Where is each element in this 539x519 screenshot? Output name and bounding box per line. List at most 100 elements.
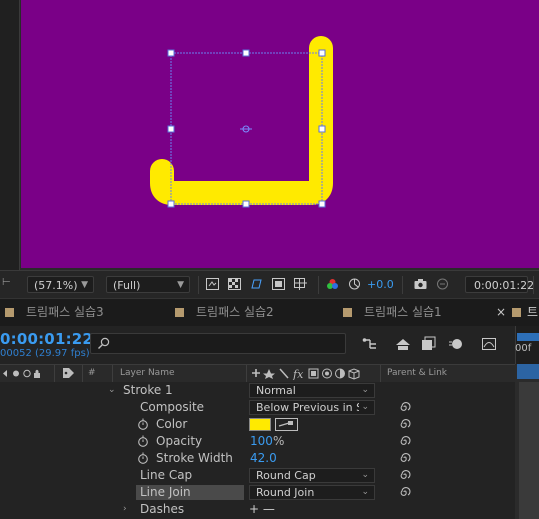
pickwhip-icon[interactable]: [399, 435, 411, 447]
search-icon: [98, 337, 110, 349]
column-number-header: #: [88, 368, 96, 378]
column-divider: [112, 365, 113, 382]
draft-3d-icon[interactable]: [395, 336, 411, 352]
tab-label: 트림패스 실습1: [364, 305, 442, 319]
frame-blending-icon[interactable]: [420, 336, 436, 352]
color-swatch[interactable]: [249, 418, 271, 431]
canvas-artwork: [150, 36, 333, 208]
property-name: Color: [156, 417, 188, 431]
property-name: Stroke 1: [123, 383, 173, 397]
twirl-right-icon[interactable]: ›: [123, 501, 127, 518]
line-join-value: Round Join: [256, 486, 315, 499]
composition-flowchart-icon[interactable]: [362, 336, 378, 352]
time-ruler-label: 00f: [515, 343, 532, 354]
search-input[interactable]: [90, 333, 346, 354]
graph-editor-icon[interactable]: [481, 336, 497, 352]
color-channels-icon[interactable]: [326, 278, 339, 290]
stroke-shape[interactable]: [150, 36, 333, 205]
chevron-down-icon: ⌄: [361, 385, 369, 395]
close-tab-button[interactable]: ×: [496, 299, 506, 326]
toolbar-divider: [533, 276, 534, 294]
pickwhip-icon[interactable]: [399, 418, 411, 430]
timeline-timecode[interactable]: 0:00:01:22: [0, 330, 93, 348]
dashes-add-remove-buttons[interactable]: + —: [249, 501, 275, 518]
property-row-stroke-1[interactable]: ⌄ Stroke 1 Normal ⌄: [0, 382, 515, 399]
stopwatch-icon[interactable]: [137, 418, 149, 430]
property-row-stroke-width[interactable]: Stroke Width 42.0: [0, 450, 515, 467]
fast-preview-icon[interactable]: [206, 278, 219, 290]
time-navigator[interactable]: [517, 364, 539, 379]
column-divider: [54, 365, 55, 382]
composite-dropdown[interactable]: Below Previous in Sa ⌄: [249, 400, 375, 415]
stopwatch-icon[interactable]: [137, 452, 149, 464]
twirl-down-icon[interactable]: ⌄: [108, 382, 116, 399]
grid-guides-icon[interactable]: [294, 278, 307, 290]
line-join-dropdown[interactable]: Round Join ⌄: [249, 485, 375, 500]
stroke-width-value[interactable]: 42.0: [250, 450, 277, 467]
property-name: Line Cap: [140, 468, 193, 482]
camera-icon[interactable]: [414, 278, 427, 290]
property-name: Composite: [140, 400, 205, 414]
pickwhip-icon[interactable]: [399, 401, 411, 413]
mask-visibility-icon[interactable]: [250, 278, 263, 290]
property-row-opacity[interactable]: Opacity 100 %: [0, 433, 515, 450]
property-row-line-join[interactable]: Line Join Round Join ⌄: [0, 484, 515, 501]
av-features-icon[interactable]: [2, 368, 42, 379]
stopwatch-icon[interactable]: [137, 435, 149, 447]
tab-label: 트림패스 실습3: [26, 305, 104, 319]
motion-blur-icon[interactable]: [448, 336, 464, 352]
transparency-grid-icon[interactable]: [228, 278, 241, 290]
svg-text:fx: fx: [292, 368, 304, 380]
property-name: Stroke Width: [156, 451, 233, 465]
column-divider: [82, 365, 83, 382]
composition-canvas[interactable]: [21, 0, 539, 268]
label-tag-icon[interactable]: [62, 367, 75, 379]
layer-column-header: # Layer Name fx Parent & Link: [0, 364, 515, 383]
toolbar-left-marker: ⊢: [2, 277, 11, 288]
toolbar-divider: [402, 276, 403, 294]
pickwhip-icon[interactable]: [399, 486, 411, 498]
tab-label: 트림패스 실습2: [196, 305, 274, 319]
property-name: Dashes: [140, 502, 185, 516]
resolution-dropdown[interactable]: (Full) ▼: [106, 276, 190, 293]
property-name: Opacity: [156, 434, 203, 448]
tab-trim-path-3[interactable]: 트림패스 실습3: [5, 299, 104, 326]
property-row-dashes[interactable]: › Dashes + —: [0, 501, 515, 518]
chevron-down-icon: ⌄: [359, 401, 369, 414]
opacity-unit: %: [273, 434, 285, 448]
toolbar-divider: [198, 276, 199, 294]
blend-mode-value: Normal: [256, 384, 296, 397]
region-of-interest-icon[interactable]: [272, 278, 285, 290]
anchor-point[interactable]: [240, 125, 252, 133]
toolbar-divider: [318, 276, 319, 294]
tab-overflow-label[interactable]: 트: [527, 299, 538, 326]
work-area-bar[interactable]: [517, 333, 539, 341]
property-name: Line Join: [140, 485, 191, 499]
property-row-composite[interactable]: Composite Below Previous in Sa ⌄: [0, 399, 515, 416]
exposure-value[interactable]: +0.0: [367, 278, 394, 291]
pickwhip-icon[interactable]: [399, 452, 411, 464]
property-row-line-cap[interactable]: Line Cap Round Cap ⌄: [0, 467, 515, 484]
tab-color-swatch: [5, 308, 14, 317]
zoom-dropdown[interactable]: (57.1%) ▼: [27, 276, 94, 293]
show-snapshot-icon[interactable]: [436, 278, 449, 290]
color-management-icon[interactable]: [348, 278, 361, 290]
opacity-value[interactable]: 100: [250, 433, 273, 450]
column-layer-name-header[interactable]: Layer Name: [120, 365, 175, 382]
current-time-field[interactable]: 0:00:01:22: [465, 276, 534, 293]
switches-icons[interactable]: fx: [250, 367, 378, 380]
tab-trim-path-2[interactable]: 트림패스 실습2: [175, 299, 274, 326]
pickwhip-icon[interactable]: [399, 469, 411, 481]
line-cap-dropdown[interactable]: Round Cap ⌄: [249, 468, 375, 483]
composite-value: Below Previous in Sa: [256, 401, 370, 414]
blend-mode-dropdown[interactable]: Normal ⌄: [249, 383, 375, 398]
column-parent-header: Parent & Link: [387, 368, 447, 378]
layer-duration-bar[interactable]: [519, 382, 539, 519]
chevron-down-icon: ⌄: [361, 487, 369, 497]
tab-trim-path-1[interactable]: 트림패스 실습1: [343, 299, 442, 326]
tab-color-swatch: [512, 308, 521, 317]
property-row-color[interactable]: Color: [0, 416, 515, 433]
frame-count: 00052 (29.97 fps): [0, 348, 90, 359]
eyedropper-button[interactable]: [275, 418, 298, 431]
chevron-down-icon: ▼: [177, 280, 184, 290]
